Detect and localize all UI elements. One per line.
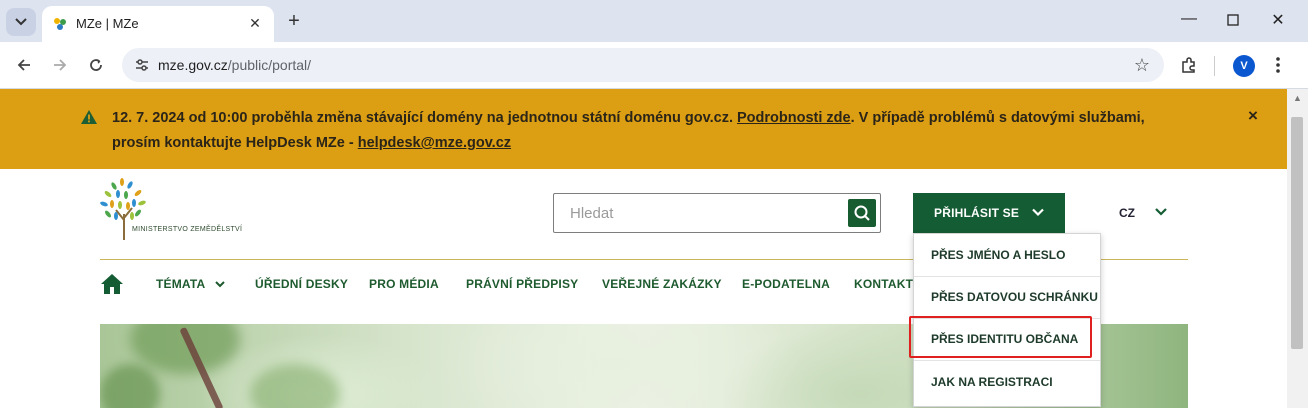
login-option-registration[interactable]: JAK NA REGISTRACI (914, 361, 1100, 403)
extensions-button[interactable] (1180, 56, 1198, 79)
details-link[interactable]: Podrobnosti zde (737, 110, 851, 126)
new-tab-button[interactable]: + (284, 10, 304, 32)
login-option-label: PŘES JMÉNO A HESLO (931, 248, 1066, 262)
scroll-up-icon[interactable]: ▲ (1293, 93, 1302, 103)
search-box[interactable]: Hledat (553, 193, 881, 233)
mze-leaf-favicon (54, 18, 66, 30)
highlight-box (909, 316, 1092, 358)
close-icon[interactable]: ✕ (246, 14, 264, 32)
close-icon: ✕ (1271, 12, 1285, 29)
logo-text: MINISTERSTVO ZEMĚDĚLSTVÍ (132, 226, 243, 233)
toolbar-divider (1214, 56, 1215, 76)
page-scrollbar[interactable]: ▲ (1287, 89, 1308, 408)
reload-button[interactable] (83, 52, 109, 78)
chevron-down-icon (214, 281, 225, 288)
window-close-button[interactable]: ✕ (1266, 10, 1290, 32)
maximize-button[interactable] (1221, 10, 1245, 32)
minimize-button[interactable]: — (1177, 10, 1201, 32)
tab-search-button[interactable] (6, 8, 36, 36)
notice-text: 12. 7. 2024 od 10:00 proběhla změna stáv… (112, 106, 1192, 156)
search-button[interactable] (848, 199, 876, 227)
login-option-data-box[interactable]: PŘES DATOVOU SCHRÁNKU (914, 276, 1100, 319)
nav-item-kontakty[interactable]: KONTAKTY (854, 277, 921, 291)
login-label: PŘIHLÁSIT SE (934, 206, 1020, 220)
chevron-down-icon (15, 18, 27, 26)
plus-icon: + (288, 10, 300, 32)
nav-item-label: TÉMATA (156, 277, 205, 291)
puzzle-icon (1182, 57, 1195, 73)
nav-item-verejne-zakazky[interactable]: VEŘEJNÉ ZAKÁZKY (602, 277, 722, 291)
language-selector[interactable]: CZ (1119, 206, 1135, 220)
browser-menu-button[interactable] (1274, 55, 1282, 80)
profile-avatar[interactable]: V (1233, 55, 1255, 77)
notice-text-2: . V případě problémů s datovými službami… (850, 110, 1145, 126)
minimize-icon: — (1181, 10, 1197, 27)
warning-icon (81, 110, 97, 124)
url-text[interactable]: mze.gov.cz/public/portal/ (158, 57, 311, 73)
login-option-label: PŘES DATOVOU SCHRÁNKU (931, 290, 1098, 304)
back-button[interactable] (11, 52, 37, 78)
arrow-left-icon (17, 59, 30, 71)
hero-leaf (250, 364, 340, 408)
nav-item-uredni-desky[interactable]: ÚŘEDNÍ DESKY (255, 277, 348, 291)
chevron-down-icon[interactable] (1154, 206, 1168, 218)
notice-text-3: prosím kontaktujte HelpDesk MZe - (112, 135, 358, 151)
nav-item-temata[interactable]: TÉMATA (156, 277, 225, 291)
tab-title: MZe | MZe (76, 16, 139, 31)
chevron-down-icon (1032, 208, 1044, 217)
address-bar[interactable]: mze.gov.cz/public/portal/ ☆ (122, 48, 1164, 82)
notice-banner: 12. 7. 2024 od 10:00 proběhla změna stáv… (0, 89, 1287, 169)
arrow-right-icon (54, 59, 67, 71)
login-option-name-password[interactable]: PŘES JMÉNO A HESLO (914, 234, 1100, 277)
search-placeholder: Hledat (570, 205, 614, 222)
nav-item-pravni-predpisy[interactable]: PRÁVNÍ PŘEDPISY (466, 277, 578, 291)
login-button[interactable]: PŘIHLÁSIT SE (913, 193, 1065, 233)
star-icon[interactable]: ☆ (1134, 55, 1150, 76)
tune-icon[interactable] (134, 57, 150, 73)
nav-item-pro-media[interactable]: PRO MÉDIA (369, 277, 439, 291)
search-icon (854, 205, 870, 221)
hero-leaf (100, 364, 160, 408)
reload-icon (90, 59, 102, 71)
notice-text-1: 12. 7. 2024 od 10:00 proběhla změna stáv… (112, 110, 738, 126)
login-option-label: JAK NA REGISTRACI (931, 375, 1053, 389)
home-icon[interactable] (100, 273, 124, 295)
close-banner-button[interactable]: × (1248, 106, 1258, 126)
nav-item-e-podatelna[interactable]: E-PODATELNA (742, 277, 830, 291)
url-path: /public/portal/ (227, 57, 312, 73)
url-host: mze.gov.cz (158, 57, 228, 73)
kebab-menu-icon (1276, 57, 1280, 73)
forward-button[interactable] (47, 52, 73, 78)
browser-tab[interactable]: MZe | MZe ✕ (42, 6, 274, 42)
maximize-icon (1227, 14, 1239, 26)
helpdesk-email-link[interactable]: helpdesk@mze.gov.cz (358, 135, 511, 151)
scrollbar-thumb[interactable] (1291, 117, 1303, 349)
